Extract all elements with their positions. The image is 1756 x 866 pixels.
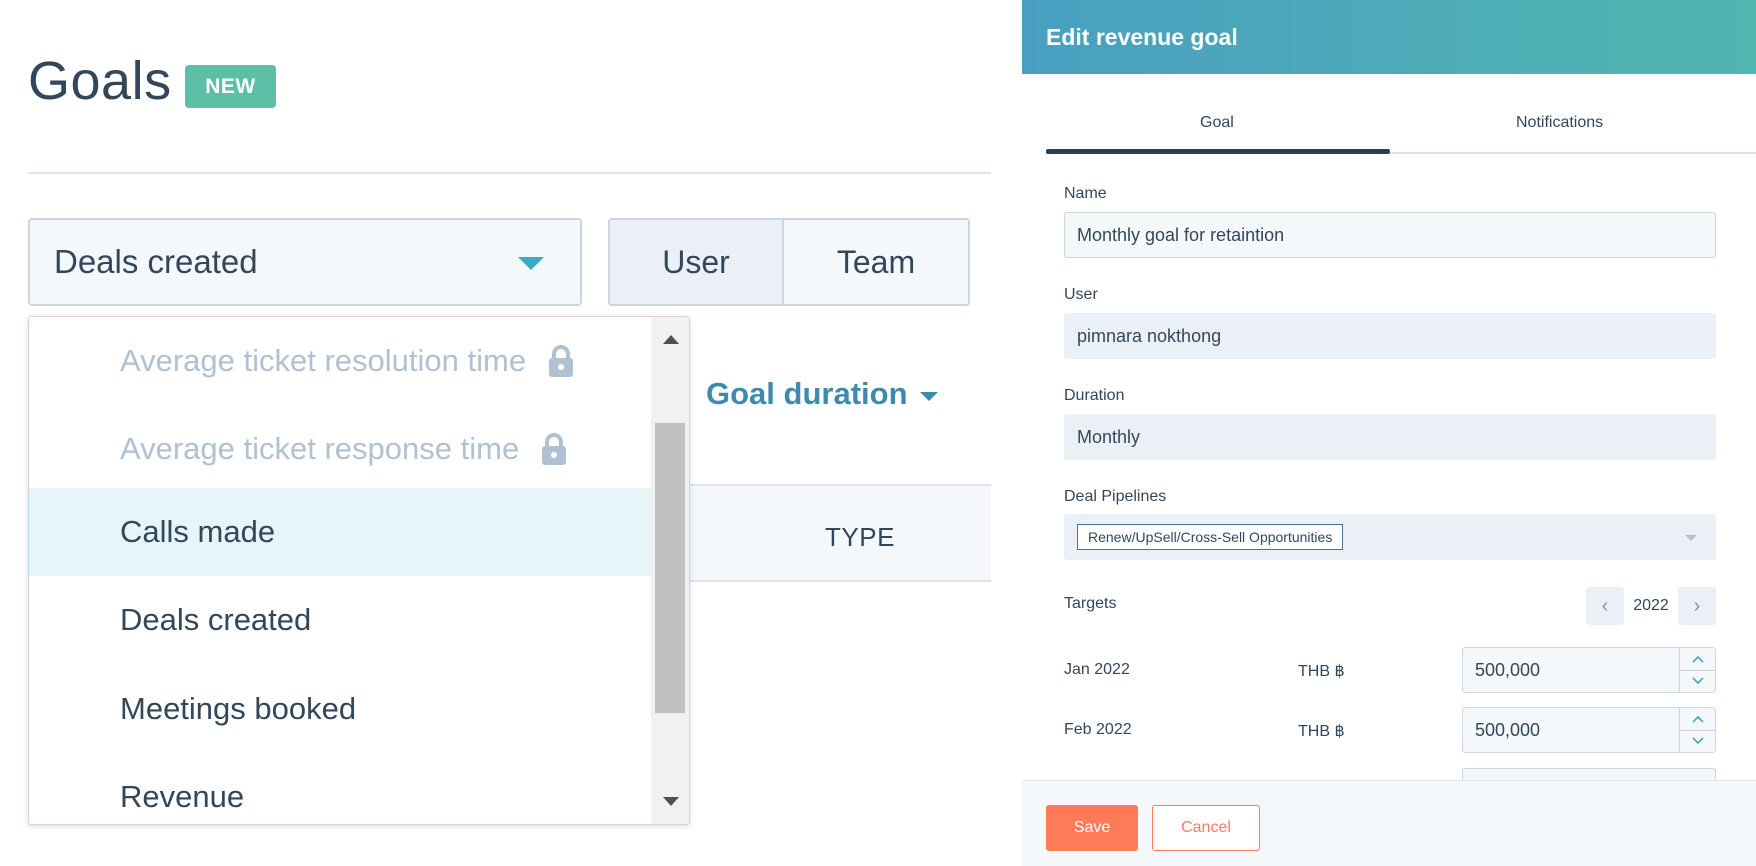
metric-select[interactable]: Deals created [28, 218, 582, 306]
duration-label: Duration [1064, 387, 1125, 404]
chevron-down-icon [1685, 535, 1697, 541]
chevron-down-icon [518, 257, 544, 270]
toggle-team-button[interactable]: Team [784, 220, 968, 304]
target-month: Feb 2022 [1064, 721, 1132, 738]
tab-goal[interactable]: Goal [1200, 114, 1234, 132]
dropdown-item-label: Average ticket resolution time [120, 343, 527, 378]
target-row-partial [1462, 768, 1716, 780]
dropdown-item-revenue[interactable]: Revenue [29, 753, 653, 824]
user-label: User [1064, 286, 1098, 303]
panel-title: Edit revenue goal [1046, 23, 1238, 50]
dropdown-item-calls-made[interactable]: Calls made [29, 488, 653, 576]
chevron-right-icon[interactable]: › [1678, 587, 1716, 625]
caret-down-icon[interactable] [1680, 731, 1715, 753]
target-amount-input[interactable]: 500,000 [1462, 647, 1716, 693]
dropdown-item-avg-ticket-resolution: Average ticket resolution time [29, 317, 653, 405]
panel-tabs: Goal Notifications [1046, 90, 1756, 154]
pipeline-tag[interactable]: Renew/UpSell/Cross-Sell Opportunities [1077, 524, 1344, 550]
dropdown-scrollbar[interactable] [651, 317, 689, 824]
name-value: Monthly goal for retaintion [1077, 224, 1285, 245]
deal-pipelines-label: Deal Pipelines [1064, 488, 1167, 505]
column-header-type[interactable]: TYPE [825, 522, 895, 553]
name-field[interactable]: Monthly goal for retaintion [1064, 212, 1716, 258]
chevron-down-icon [919, 391, 938, 401]
user-value: pimnara nokthong [1077, 325, 1222, 346]
assignee-toggle: User Team [608, 218, 970, 306]
target-amount-value: 500,000 [1475, 659, 1541, 680]
target-row: Jan 2022 THB ฿ 500,000 [1064, 647, 1716, 695]
toggle-user-button[interactable]: User [610, 220, 784, 304]
target-amount-value: 500,000 [1475, 719, 1541, 740]
name-label: Name [1064, 185, 1107, 202]
target-currency: THB ฿ [1298, 663, 1345, 680]
lock-icon [539, 432, 569, 466]
goal-duration-label: Goal duration [706, 376, 908, 411]
target-currency: THB ฿ [1298, 723, 1345, 740]
target-row: Feb 2022 THB ฿ 500,000 [1064, 707, 1716, 755]
year-navigator: ‹ 2022 › [1586, 587, 1716, 625]
caret-down-icon[interactable] [1680, 671, 1715, 693]
page-title: Goals [28, 51, 172, 111]
metric-dropdown-menu: Average ticket resolution time Average t… [28, 316, 690, 825]
tab-notifications[interactable]: Notifications [1516, 114, 1603, 132]
deal-pipelines-select[interactable]: Renew/UpSell/Cross-Sell Opportunities [1064, 514, 1716, 560]
new-badge: NEW [185, 65, 276, 108]
dropdown-item-deals-created[interactable]: Deals created [29, 576, 653, 664]
active-tab-indicator [1046, 149, 1390, 154]
caret-up-icon[interactable] [1680, 708, 1715, 731]
edit-goal-panel: Edit revenue goal Goal Notifications Nam… [1022, 0, 1756, 866]
save-button[interactable]: Save [1046, 805, 1138, 851]
table-header: TYPE [660, 484, 991, 582]
dropdown-item-label: Average ticket response time [120, 431, 520, 466]
chevron-left-icon[interactable]: ‹ [1586, 587, 1624, 625]
quantity-stepper [1679, 648, 1715, 692]
user-field: pimnara nokthong [1064, 313, 1716, 359]
quantity-stepper [1679, 708, 1715, 752]
duration-field: Monthly [1064, 414, 1716, 460]
target-amount-input[interactable]: 500,000 [1462, 707, 1716, 753]
metric-select-value: Deals created [54, 243, 258, 280]
target-month: Jan 2022 [1064, 661, 1130, 678]
caret-up-icon[interactable] [1680, 648, 1715, 671]
panel-header: Edit revenue goal [1022, 0, 1756, 74]
scroll-down-icon[interactable] [663, 797, 679, 806]
cancel-button[interactable]: Cancel [1152, 805, 1260, 851]
year-display: 2022 [1633, 597, 1669, 614]
title-divider [28, 172, 991, 174]
dropdown-item-avg-ticket-response: Average ticket response time [29, 405, 653, 493]
targets-label: Targets [1064, 595, 1117, 612]
duration-value: Monthly [1077, 426, 1141, 447]
scroll-up-icon[interactable] [663, 335, 679, 344]
panel-footer: Save Cancel [1022, 780, 1756, 866]
dropdown-item-meetings-booked[interactable]: Meetings booked [29, 665, 653, 753]
goal-duration-filter[interactable]: Goal duration [706, 376, 938, 412]
lock-icon [546, 344, 576, 378]
scroll-thumb[interactable] [655, 423, 685, 713]
